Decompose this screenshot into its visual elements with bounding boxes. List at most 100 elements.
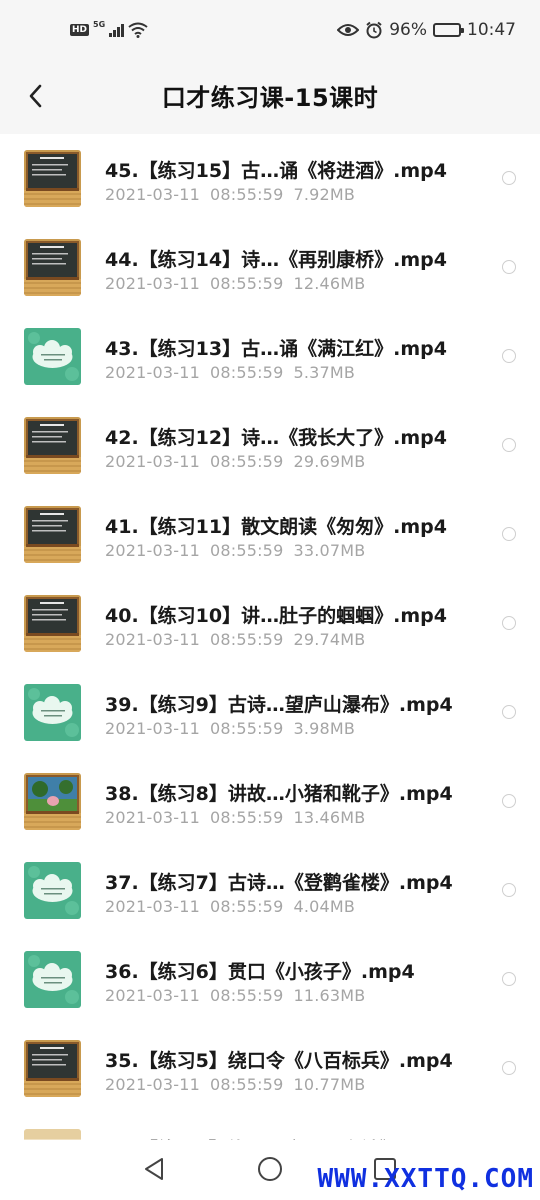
status-bar: HD 5G 96% 10:47	[0, 0, 540, 58]
file-meta: 2021-03-11 08:55:59 7.92MB	[105, 185, 355, 204]
select-radio[interactable]	[502, 794, 516, 808]
battery-icon	[433, 23, 464, 37]
video-thumbnail	[24, 1040, 81, 1097]
file-name: 37.【练习7】古诗…《登鹳雀楼》.mp4	[105, 872, 453, 894]
video-thumbnail	[24, 239, 81, 296]
file-item[interactable]: 39.【练习9】古诗…望庐山瀑布》.mp4 2021-03-11 08:55:59 3…	[0, 668, 540, 757]
select-radio[interactable]	[502, 171, 516, 185]
file-time: 08:55:59	[209, 630, 284, 649]
file-size: 13.46MB	[293, 808, 366, 827]
file-date: 2021-03-11	[105, 185, 200, 204]
file-meta: 2021-03-11 08:55:59 11.63MB	[105, 986, 365, 1005]
header: 口才练习课-15课时	[0, 58, 540, 134]
file-date: 2021-03-11	[105, 1075, 200, 1094]
select-radio[interactable]	[502, 972, 516, 986]
file-item[interactable]: 41.【练习11】散文朗读《匆匆》.mp4 2021-03-11 08:55:59 3…	[0, 490, 540, 579]
file-item[interactable]: 45.【练习15】古…诵《将进酒》.mp4 2021-03-11 08:55:59 7…	[0, 134, 540, 223]
file-time: 08:55:59	[209, 986, 284, 1005]
alarm-icon	[366, 21, 382, 39]
nav-home-button[interactable]	[255, 1154, 285, 1184]
file-size: 7.92MB	[293, 185, 356, 204]
file-time: 08:55:59	[209, 363, 284, 382]
file-item[interactable]: 34.【练习4】绕口…高子上之镜》.mp4	[0, 1113, 540, 1140]
file-list[interactable]: 45.【练习15】古…诵《将进酒》.mp4 2021-03-11 08:55:59 7…	[0, 134, 540, 1140]
video-thumbnail	[24, 862, 81, 919]
file-date: 2021-03-11	[105, 897, 200, 916]
file-meta: 2021-03-11 08:55:59 10.77MB	[105, 1075, 365, 1094]
eye-icon	[337, 24, 360, 36]
file-item[interactable]: 43.【练习13】古…诵《满江红》.mp4 2021-03-11 08:55:59 5…	[0, 312, 540, 401]
page-title: 口才练习课-15课时	[161, 84, 379, 112]
file-meta: 2021-03-11 08:55:59 12.46MB	[105, 274, 365, 293]
file-size: 33.07MB	[293, 541, 366, 560]
file-name: 43.【练习13】古…诵《满江红》.mp4	[105, 338, 447, 360]
file-size: 4.04MB	[293, 897, 356, 916]
select-radio[interactable]	[502, 527, 516, 541]
file-item[interactable]: 44.【练习14】诗…《再别康桥》.mp4 2021-03-11 08:55:59 1…	[0, 223, 540, 312]
file-time: 08:55:59	[209, 808, 284, 827]
wifi-icon	[128, 22, 148, 38]
file-date: 2021-03-11	[105, 630, 200, 649]
video-thumbnail	[24, 595, 81, 652]
file-time: 08:55:59	[209, 897, 284, 916]
file-item[interactable]: 40.【练习10】讲…肚子的蝈蝈》.mp4 2021-03-11 08:55:59 2…	[0, 579, 540, 668]
battery-percent: 96%	[389, 20, 427, 40]
file-date: 2021-03-11	[105, 541, 200, 560]
file-item[interactable]: 35.【练习5】绕口令《八百标兵》.mp4 2021-03-11 08:55:59 1…	[0, 1024, 540, 1113]
status-left: HD 5G	[70, 19, 148, 38]
file-time: 08:55:59	[209, 185, 284, 204]
signal-icon	[109, 23, 125, 37]
file-date: 2021-03-11	[105, 719, 200, 738]
video-thumbnail	[24, 684, 81, 741]
file-meta: 2021-03-11 08:55:59 5.37MB	[105, 363, 355, 382]
file-name: 35.【练习5】绕口令《八百标兵》.mp4	[105, 1050, 453, 1072]
file-size: 11.63MB	[293, 986, 366, 1005]
file-meta: 2021-03-11 08:55:59 29.69MB	[105, 452, 365, 471]
file-name: 39.【练习9】古诗…望庐山瀑布》.mp4	[105, 694, 453, 716]
file-size: 5.37MB	[293, 363, 356, 382]
file-date: 2021-03-11	[105, 452, 200, 471]
hd-badge: HD	[70, 24, 90, 36]
file-name: 38.【练习8】讲故…小猪和靴子》.mp4	[105, 783, 453, 805]
file-time: 08:55:59	[209, 1075, 284, 1094]
triangle-back-icon	[145, 1158, 163, 1180]
file-item[interactable]: 42.【练习12】诗…《我长大了》.mp4 2021-03-11 08:55:59 2…	[0, 401, 540, 490]
network-type: 5G	[93, 19, 106, 29]
video-thumbnail	[24, 1129, 81, 1140]
file-size: 29.74MB	[293, 630, 366, 649]
file-item[interactable]: 37.【练习7】古诗…《登鹳雀楼》.mp4 2021-03-11 08:55:59 4…	[0, 846, 540, 935]
select-radio[interactable]	[502, 438, 516, 452]
select-radio[interactable]	[502, 883, 516, 897]
file-item[interactable]: 36.【练习6】贯口《小孩子》.mp4 2021-03-11 08:55:59 11.…	[0, 935, 540, 1024]
file-size: 12.46MB	[293, 274, 366, 293]
watermark: WWW.XXTTQ.COM	[317, 1164, 534, 1194]
nav-back-button[interactable]	[139, 1154, 169, 1184]
file-meta: 2021-03-11 08:55:59 13.46MB	[105, 808, 365, 827]
select-radio[interactable]	[502, 260, 516, 274]
file-time: 08:55:59	[209, 452, 284, 471]
video-thumbnail	[24, 773, 81, 830]
circle-home-icon	[258, 1157, 282, 1181]
file-time: 08:55:59	[209, 719, 284, 738]
file-meta: 2021-03-11 08:55:59 3.98MB	[105, 719, 355, 738]
select-radio[interactable]	[502, 616, 516, 630]
clock: 10:47	[467, 20, 516, 40]
video-thumbnail	[24, 328, 81, 385]
select-radio[interactable]	[502, 1061, 516, 1075]
file-item[interactable]: 38.【练习8】讲故…小猪和靴子》.mp4 2021-03-11 08:55:59 1…	[0, 757, 540, 846]
file-name: 41.【练习11】散文朗读《匆匆》.mp4	[105, 516, 447, 538]
file-time: 08:55:59	[209, 274, 284, 293]
file-date: 2021-03-11	[105, 363, 200, 382]
file-time: 08:55:59	[209, 541, 284, 560]
status-right: 96% 10:47	[337, 20, 516, 40]
file-meta: 2021-03-11 08:55:59 4.04MB	[105, 897, 355, 916]
navigation-bar: WWW.XXTTQ.COM	[0, 1140, 540, 1200]
file-meta: 2021-03-11 08:55:59 29.74MB	[105, 630, 365, 649]
video-thumbnail	[24, 951, 81, 1008]
file-date: 2021-03-11	[105, 274, 200, 293]
select-radio[interactable]	[502, 349, 516, 363]
file-date: 2021-03-11	[105, 986, 200, 1005]
file-date: 2021-03-11	[105, 808, 200, 827]
file-name: 40.【练习10】讲…肚子的蝈蝈》.mp4	[105, 605, 447, 627]
select-radio[interactable]	[502, 705, 516, 719]
